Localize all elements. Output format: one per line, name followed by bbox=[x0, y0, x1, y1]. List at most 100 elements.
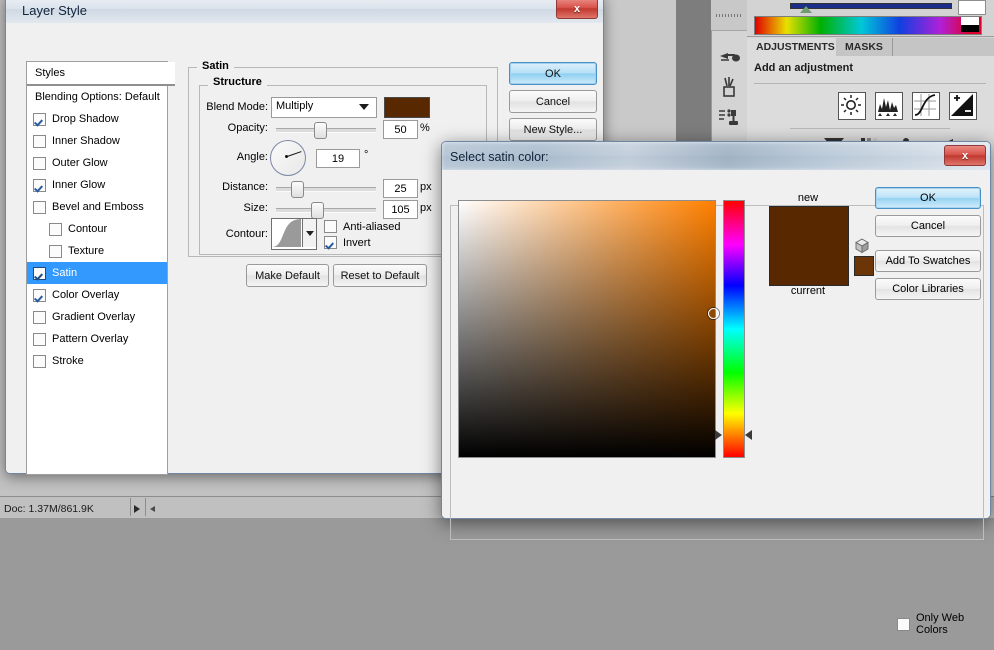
color-spectrum-ramp[interactable] bbox=[754, 16, 982, 35]
color-selection-ring[interactable] bbox=[708, 308, 719, 319]
opacity-input[interactable]: 50 bbox=[383, 120, 418, 139]
satin-color-swatch[interactable] bbox=[384, 97, 430, 118]
curves-icon[interactable] bbox=[912, 92, 940, 120]
satin-group-label: Satin bbox=[197, 60, 234, 72]
opacity-slider-knob[interactable] bbox=[314, 122, 327, 139]
style-item-texture[interactable]: Texture bbox=[27, 240, 167, 262]
color-value-field[interactable] bbox=[958, 0, 986, 15]
color-picker-title: Select satin color: bbox=[450, 150, 549, 164]
brightness-contrast-icon[interactable] bbox=[838, 92, 866, 120]
size-input[interactable]: 105 bbox=[383, 200, 418, 219]
size-label: Size: bbox=[243, 202, 268, 214]
angle-input[interactable]: 19 bbox=[316, 149, 360, 168]
style-item-checkbox[interactable] bbox=[33, 178, 46, 192]
clone-source-icon[interactable] bbox=[715, 102, 743, 132]
style-item-inner-shadow[interactable]: Inner Shadow bbox=[27, 130, 167, 152]
close-icon[interactable]: x bbox=[556, 0, 598, 19]
status-left-arrow-icon[interactable] bbox=[150, 506, 155, 512]
style-item-checkbox[interactable] bbox=[33, 200, 46, 214]
distance-input[interactable]: 25 bbox=[383, 179, 418, 198]
layer-style-ok-button[interactable]: OK bbox=[509, 62, 597, 85]
style-item-label: Bevel and Emboss bbox=[52, 201, 144, 213]
saturation-value-field[interactable] bbox=[458, 200, 716, 458]
reset-to-default-button[interactable]: Reset to Default bbox=[333, 264, 427, 287]
chevron-down-icon[interactable] bbox=[306, 231, 314, 236]
current-color-label: current bbox=[790, 285, 826, 297]
style-item-drop-shadow[interactable]: Drop Shadow bbox=[27, 108, 167, 130]
structure-group-label: Structure bbox=[208, 76, 267, 88]
black-swatch[interactable] bbox=[961, 25, 979, 32]
invert-checkbox[interactable] bbox=[324, 236, 337, 249]
distance-slider-knob[interactable] bbox=[291, 181, 304, 198]
panel-heading: Add an adjustment bbox=[754, 62, 854, 74]
anti-aliased-checkbox-row[interactable]: Anti-aliased bbox=[324, 220, 400, 233]
style-item-contour[interactable]: Contour bbox=[27, 218, 167, 240]
style-item-checkbox[interactable] bbox=[33, 332, 46, 346]
style-item-checkbox[interactable] bbox=[49, 222, 62, 236]
chevron-down-icon[interactable] bbox=[359, 104, 369, 110]
status-menu-arrow-icon[interactable] bbox=[134, 505, 140, 513]
brush-preset-icon[interactable] bbox=[715, 72, 743, 102]
distance-unit: px bbox=[420, 181, 432, 193]
only-web-colors-row[interactable]: Only Web Colors bbox=[897, 612, 990, 636]
layer-style-cancel-button[interactable]: Cancel bbox=[509, 90, 597, 113]
style-item-checkbox[interactable] bbox=[33, 266, 46, 280]
color-slider-track[interactable] bbox=[790, 3, 952, 9]
tab-adjustments[interactable]: ADJUSTMENTS bbox=[747, 38, 845, 57]
style-item-label: Inner Shadow bbox=[52, 135, 120, 147]
style-item-checkbox[interactable] bbox=[49, 244, 62, 258]
layer-style-titlebar[interactable]: Layer Style x bbox=[6, 0, 603, 23]
anti-aliased-checkbox[interactable] bbox=[324, 220, 337, 233]
close-icon[interactable]: x bbox=[944, 145, 986, 166]
hue-marker-left-icon[interactable] bbox=[715, 430, 722, 440]
style-item-checkbox[interactable] bbox=[33, 134, 46, 148]
size-slider-track[interactable] bbox=[276, 208, 376, 213]
panel-rule bbox=[754, 83, 986, 84]
contour-preset-box[interactable] bbox=[271, 218, 317, 250]
levels-icon[interactable] bbox=[875, 92, 903, 120]
distance-label: Distance: bbox=[222, 181, 268, 193]
style-item-label: Color Overlay bbox=[52, 289, 120, 301]
white-swatch[interactable] bbox=[961, 17, 979, 25]
document-size-status: Doc: 1.37M/861.9K bbox=[4, 503, 94, 515]
style-item-checkbox[interactable] bbox=[33, 310, 46, 324]
only-web-colors-checkbox[interactable] bbox=[897, 617, 910, 631]
style-item-outer-glow[interactable]: Outer Glow bbox=[27, 152, 167, 174]
style-item-checkbox[interactable] bbox=[33, 156, 46, 170]
style-item-label: Blending Options: Default bbox=[35, 91, 160, 103]
style-item-inner-glow[interactable]: Inner Glow bbox=[27, 174, 167, 196]
hue-marker-right-icon[interactable] bbox=[745, 430, 752, 440]
web-safe-color-swatch[interactable] bbox=[854, 256, 874, 276]
picker-ok-button[interactable]: OK bbox=[875, 187, 981, 209]
make-default-button[interactable]: Make Default bbox=[246, 264, 329, 287]
color-picker-titlebar[interactable]: Select satin color: x bbox=[442, 142, 990, 170]
panel-divider bbox=[747, 36, 994, 37]
size-slider-knob[interactable] bbox=[311, 202, 324, 219]
style-item-blending-options-default[interactable]: Blending Options: Default bbox=[27, 86, 167, 108]
style-item-pattern-overlay[interactable]: Pattern Overlay bbox=[27, 328, 167, 350]
styles-rows: Blending Options: Default Drop Shadow Inne… bbox=[27, 86, 167, 372]
style-item-satin[interactable]: Satin bbox=[27, 262, 167, 284]
style-item-color-overlay[interactable]: Color Overlay bbox=[27, 284, 167, 306]
tab-masks[interactable]: MASKS bbox=[836, 38, 893, 56]
exposure-icon[interactable] bbox=[949, 92, 977, 120]
web-safe-warning-cube-icon[interactable] bbox=[854, 238, 870, 254]
add-to-swatches-button[interactable]: Add To Swatches bbox=[875, 250, 981, 272]
style-item-checkbox[interactable] bbox=[33, 112, 46, 126]
style-item-gradient-overlay[interactable]: Gradient Overlay bbox=[27, 306, 167, 328]
style-item-checkbox[interactable] bbox=[33, 354, 46, 368]
styles-list: Styles Blending Options: Default Drop Sha… bbox=[26, 61, 175, 475]
mixer-brush-icon[interactable] bbox=[715, 42, 743, 72]
color-slider-marker-icon[interactable] bbox=[800, 6, 812, 13]
hue-slider[interactable] bbox=[723, 200, 745, 458]
drag-handle-dots-icon[interactable] bbox=[716, 14, 742, 17]
styles-list-header[interactable]: Styles bbox=[27, 62, 175, 86]
angle-dial[interactable] bbox=[270, 140, 306, 176]
picker-cancel-button[interactable]: Cancel bbox=[875, 215, 981, 237]
invert-checkbox-row[interactable]: Invert bbox=[324, 236, 371, 249]
color-libraries-button[interactable]: Color Libraries bbox=[875, 278, 981, 300]
style-item-checkbox[interactable] bbox=[33, 288, 46, 302]
new-style-button[interactable]: New Style... bbox=[509, 118, 597, 141]
style-item-stroke[interactable]: Stroke bbox=[27, 350, 167, 372]
style-item-bevel-and-emboss[interactable]: Bevel and Emboss bbox=[27, 196, 167, 218]
